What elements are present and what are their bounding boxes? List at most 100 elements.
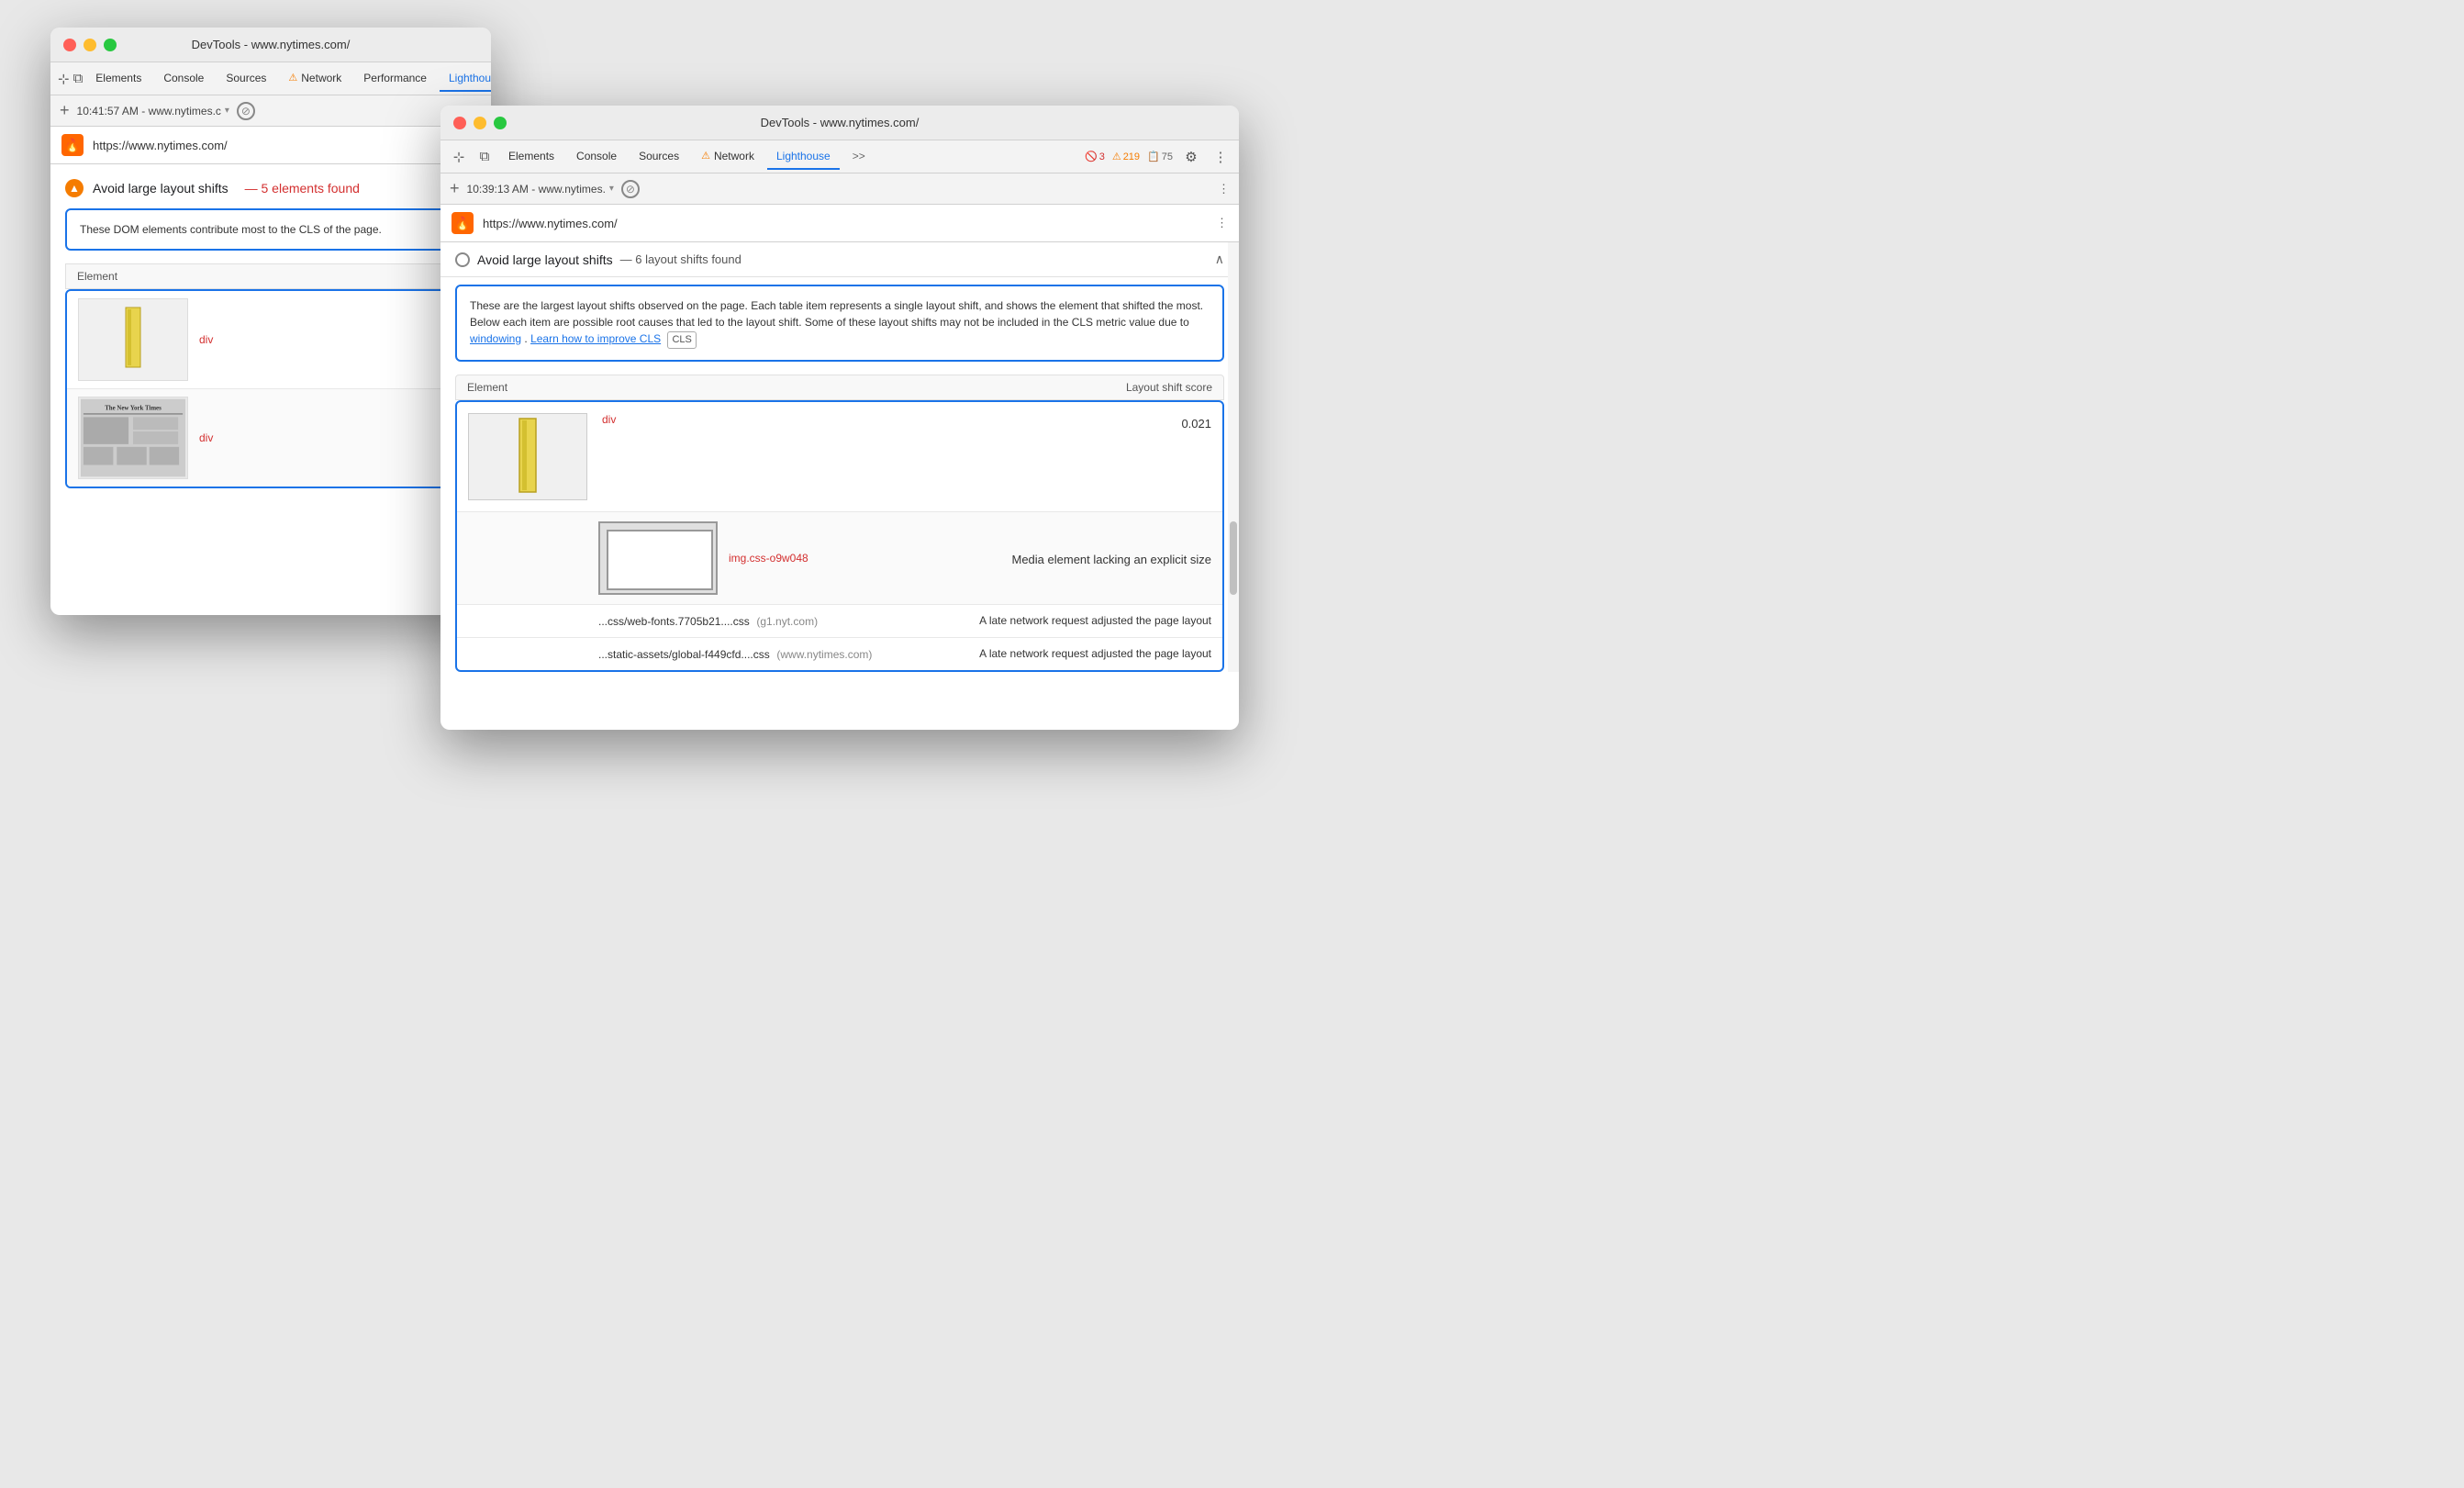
window-title-back: DevTools - www.nytimes.com/: [192, 38, 351, 51]
info-box-text-front: These are the largest layout shifts obse…: [455, 285, 1224, 362]
window-controls-front: [453, 117, 507, 129]
score-col-front: 0.021: [1181, 413, 1211, 431]
more-icon-front[interactable]: ⋮: [1210, 146, 1232, 168]
cls-badge: CLS: [667, 331, 696, 349]
devtools-window-back: DevTools - www.nytimes.com/ ⊹ ⧉ Elements…: [50, 28, 491, 615]
audit-warning-icon-back: ▲: [65, 179, 84, 197]
thumb-2-back: The New York Times: [78, 397, 188, 479]
element-card-row-1: div 0.021: [457, 402, 1222, 512]
warn-icon-front: ⚠: [1112, 151, 1121, 162]
site-url-front: https://www.nytimes.com/: [483, 217, 618, 230]
audit-count-back: — 5 elements found: [245, 181, 360, 196]
url-menu-front: ⋮: [1218, 182, 1230, 196]
close-button-front[interactable]: [453, 117, 466, 129]
stop-icon-back[interactable]: ⊘: [237, 102, 255, 120]
tab-lighthouse-front[interactable]: Lighthouse: [767, 144, 840, 170]
minimize-button-back[interactable]: [84, 39, 96, 51]
tab-network-front[interactable]: Network: [692, 144, 764, 170]
site-icon-front: 🔥: [452, 212, 474, 234]
warn-count-front: 219: [1123, 151, 1140, 162]
maximize-button-back[interactable]: [104, 39, 117, 51]
site-banner-back: 🔥 https://www.nytimes.com/: [50, 127, 491, 164]
time-text-front: 10:39:13 AM - www.nytimes.: [467, 183, 606, 196]
layers-icon-front[interactable]: ⧉: [474, 146, 496, 168]
scrollbar-front[interactable]: [1228, 242, 1239, 672]
sub-desc-2: A late network request adjusted the page…: [979, 614, 1211, 627]
tab-console-front[interactable]: Console: [567, 144, 626, 170]
windowing-link[interactable]: windowing: [470, 332, 521, 345]
col-element-back: Element: [77, 270, 117, 283]
tab-sources-front[interactable]: Sources: [630, 144, 688, 170]
error-count-front: 3: [1099, 151, 1105, 162]
url-more-icon-front[interactable]: ⋮: [1218, 182, 1230, 196]
add-tab-front[interactable]: +: [450, 179, 460, 198]
static-selector-note-front: (www.nytimes.com): [776, 648, 872, 661]
element-grid-back: div The New York Times: [65, 289, 476, 488]
site-banner-front: 🔥 https://www.nytimes.com/ ⋮: [440, 205, 1239, 242]
titlebar-back: DevTools - www.nytimes.com/: [50, 28, 491, 62]
static-selector-front: ...static-assets/global-f449cfd....css: [598, 648, 770, 661]
css-selector-front: ...css/web-fonts.7705b21....css: [598, 615, 750, 628]
tab-network-back[interactable]: Network: [279, 66, 351, 92]
audit-header-back: ▲ Avoid large layout shifts — 5 elements…: [65, 179, 476, 197]
stop-icon-front[interactable]: ⊘: [621, 180, 640, 198]
inspector-icon-front[interactable]: ⊹: [448, 146, 470, 168]
sub-content-2: ...css/web-fonts.7705b21....css (g1.nyt.…: [598, 614, 968, 628]
svg-text:The New York Times: The New York Times: [105, 406, 162, 412]
url-bar-back: + 10:41:57 AM - www.nytimes.c ▾ ⊘: [50, 95, 491, 127]
thumb-medium-front: [598, 521, 718, 595]
thumb-large-front: [468, 413, 587, 500]
sub-row-2: ...css/web-fonts.7705b21....css (g1.nyt.…: [457, 605, 1222, 638]
element-tag-1-back: div: [199, 333, 213, 346]
time-text-back: 10:41:57 AM - www.nytimes.c: [77, 105, 221, 117]
tab-sources-back[interactable]: Sources: [217, 66, 275, 92]
thumb-1-back: [78, 298, 188, 381]
error-icon-front: 🚫: [1085, 151, 1098, 162]
audit-row-front: Avoid large layout shifts — 6 layout shi…: [440, 242, 1239, 277]
add-tab-back[interactable]: +: [60, 101, 70, 120]
maximize-button-front[interactable]: [494, 117, 507, 129]
col-element-front: Element: [467, 381, 507, 394]
tab-elements-front[interactable]: Elements: [499, 144, 563, 170]
dropdown-arrow-back[interactable]: ▾: [225, 106, 229, 116]
tab-more-front[interactable]: >>: [843, 144, 875, 170]
scrollbar-thumb-front[interactable]: [1230, 521, 1237, 595]
content-front: Avoid large layout shifts — 6 layout shi…: [440, 242, 1239, 672]
element-card-front: div 0.021 img.css-o9w048 Media element l…: [455, 400, 1224, 672]
sub-desc-1: Media element lacking an explicit size: [1012, 553, 1212, 566]
info-icon-front: 📋: [1147, 151, 1160, 162]
toolbar-right-front: 🚫 3 ⚠ 219 📋 75 ⚙ ⋮: [1085, 146, 1232, 168]
site-url-back: https://www.nytimes.com/: [93, 139, 228, 152]
inspector-icon[interactable]: ⊹: [58, 68, 70, 90]
element-tag-2-back: div: [199, 431, 213, 444]
close-button-back[interactable]: [63, 39, 76, 51]
url-time-back: 10:41:57 AM - www.nytimes.c ▾: [77, 105, 229, 117]
info-box-back: These DOM elements contribute most to th…: [65, 208, 476, 251]
site-more-front[interactable]: ⋮: [1216, 216, 1228, 230]
expand-btn-front[interactable]: ∧: [1215, 252, 1224, 267]
sub-row-1: img.css-o9w048 Media element lacking an …: [457, 512, 1222, 605]
content-back: ▲ Avoid large layout shifts — 5 elements…: [50, 164, 491, 503]
minimize-button-front[interactable]: [474, 117, 486, 129]
table-row: div: [67, 291, 474, 389]
tab-elements-back[interactable]: Elements: [86, 66, 151, 92]
info-count-front: 75: [1162, 151, 1173, 162]
warn-badge-front: ⚠ 219: [1112, 151, 1140, 162]
layers-icon[interactable]: ⧉: [73, 68, 84, 90]
url-time-front: 10:39:13 AM - www.nytimes. ▾: [467, 183, 614, 196]
info-text-front: These are the largest layout shifts obse…: [470, 299, 1203, 329]
learn-link[interactable]: Learn how to improve CLS: [530, 332, 661, 345]
settings-icon-front[interactable]: ⚙: [1180, 146, 1202, 168]
dropdown-arrow-front[interactable]: ▾: [609, 184, 614, 194]
tab-performance-back[interactable]: Performance: [354, 66, 436, 92]
devtools-window-front: DevTools - www.nytimes.com/ ⊹ ⧉ Elements…: [440, 106, 1239, 730]
audit-count-front: — 6 layout shifts found: [620, 252, 741, 266]
audit-title-back: Avoid large layout shifts: [93, 181, 229, 196]
tab-lighthouse-back[interactable]: Lighthouse: [440, 66, 491, 92]
url-bar-front: + 10:39:13 AM - www.nytimes. ▾ ⊘ ⋮: [440, 173, 1239, 205]
info-badge-front: 📋 75: [1147, 151, 1173, 162]
sub-score-1: Media element lacking an explicit size: [1012, 549, 1212, 566]
toolbar-back: ⊹ ⧉ Elements Console Sources Network Per…: [50, 62, 491, 95]
tab-console-back[interactable]: Console: [154, 66, 213, 92]
window-controls-back: [63, 39, 117, 51]
